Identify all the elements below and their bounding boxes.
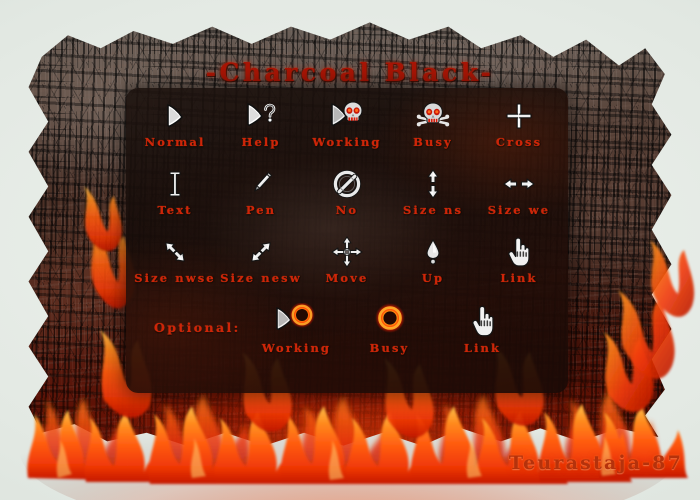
- cursor-label: Link: [463, 341, 502, 355]
- cursor-label: Help: [241, 135, 281, 149]
- cursor-item-busy[interactable]: Busy: [390, 98, 476, 166]
- cursor-label: Move: [325, 271, 369, 285]
- cursor-label: Size nesw: [220, 271, 302, 285]
- resize-ns-icon: [422, 166, 444, 202]
- cursor-item-working[interactable]: Working: [304, 98, 390, 166]
- cursor-item-link[interactable]: Link: [476, 234, 562, 302]
- resize-we-icon: [502, 166, 536, 202]
- cursor-item-optional-link[interactable]: Link: [436, 302, 529, 355]
- arrow-cursor-icon: [162, 98, 188, 134]
- cursor-row-optional: Optional: Working Busy Link: [132, 302, 562, 360]
- resize-nwse-icon: [160, 234, 190, 270]
- up-arrow-icon: [423, 234, 443, 270]
- cursor-label: Up: [421, 271, 445, 285]
- cursor-set-panel: Normal Help Working Busy Cross Text Pen …: [126, 88, 568, 393]
- cursor-label: Working: [312, 135, 382, 149]
- cursor-label: No: [335, 203, 359, 217]
- cursor-label: Size nwse: [134, 271, 216, 285]
- link-hand-icon: [506, 234, 532, 270]
- cursor-label: Busy: [369, 341, 410, 355]
- cursor-label: Link: [500, 271, 538, 285]
- no-unavailable-icon: [332, 166, 362, 202]
- optional-section-label-cell: Optional:: [132, 302, 250, 335]
- cursor-label: Busy: [413, 135, 453, 149]
- cursor-label: Normal: [144, 135, 206, 149]
- cursor-row-1: Normal Help Working Busy Cross: [132, 98, 562, 166]
- cursor-item-text[interactable]: Text: [132, 166, 218, 234]
- cursor-label: Size ns: [402, 203, 464, 217]
- busy-fire-ring-icon: [372, 302, 408, 340]
- cursor-item-size-we[interactable]: Size we: [476, 166, 562, 234]
- cursor-item-no[interactable]: No: [304, 166, 390, 234]
- cursor-item-help[interactable]: Help: [218, 98, 304, 166]
- cursor-label: Size we: [487, 203, 551, 217]
- resize-nesw-icon: [246, 234, 276, 270]
- cursor-item-optional-working[interactable]: Working: [250, 302, 343, 355]
- pen-icon: [245, 166, 277, 202]
- working-skull-cursor-icon: [329, 98, 365, 134]
- cursor-item-optional-busy[interactable]: Busy: [343, 302, 436, 355]
- busy-skull-crossbones-icon: [416, 98, 450, 134]
- cursor-item-pen[interactable]: Pen: [218, 166, 304, 234]
- cursor-theme-preview: -Charcoal Black- Normal Help Working Bus…: [0, 0, 700, 500]
- cursor-row-2: Text Pen No Size ns Size we: [132, 166, 562, 234]
- cursor-item-size-nesw[interactable]: Size nesw: [218, 234, 304, 302]
- cursor-row-3: Size nwse Size nesw Move Up Link: [132, 234, 562, 302]
- cursor-item-cross[interactable]: Cross: [476, 98, 562, 166]
- cursor-item-move[interactable]: Move: [304, 234, 390, 302]
- cursor-label: Cross: [495, 135, 543, 149]
- working-fire-ring-icon: [274, 302, 320, 340]
- optional-label: Optional:: [154, 320, 241, 335]
- cursor-item-up[interactable]: Up: [390, 234, 476, 302]
- crosshair-icon: [504, 98, 534, 134]
- link-hand-icon: [470, 302, 496, 340]
- text-ibeam-icon: [165, 166, 185, 202]
- cursor-item-size-ns[interactable]: Size ns: [390, 166, 476, 234]
- cursor-item-normal[interactable]: Normal: [132, 98, 218, 166]
- help-cursor-icon: [244, 98, 278, 134]
- cursor-label: Working: [261, 341, 332, 355]
- move-icon: [331, 234, 363, 270]
- cursor-label: Text: [157, 203, 193, 217]
- cursor-label: Pen: [245, 203, 277, 217]
- cursor-item-size-nwse[interactable]: Size nwse: [132, 234, 218, 302]
